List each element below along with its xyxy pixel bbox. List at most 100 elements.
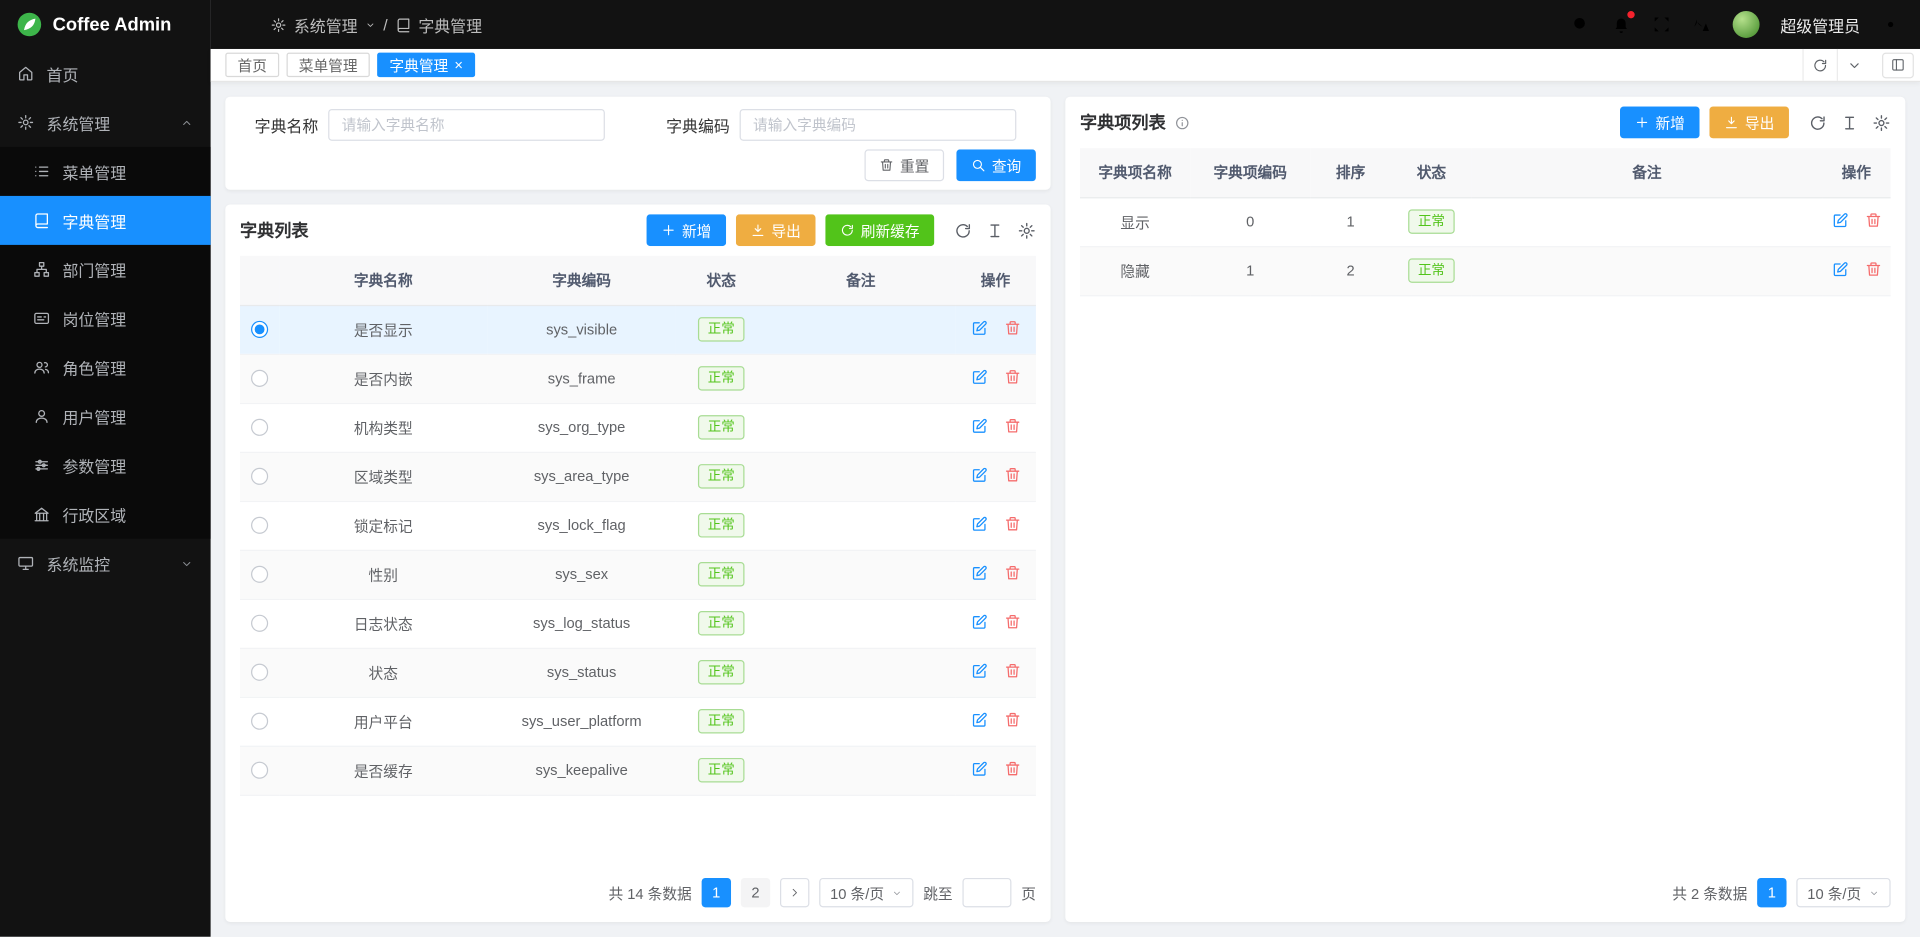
delete-icon[interactable] xyxy=(1003,760,1020,777)
delete-icon[interactable] xyxy=(1864,211,1881,228)
row-radio[interactable] xyxy=(251,419,268,436)
dict-table-row[interactable]: 区域类型 sys_area_type 正常 xyxy=(240,452,1036,501)
tab-menu-management[interactable]: 菜单管理 xyxy=(287,53,370,77)
delete-icon[interactable] xyxy=(1003,368,1020,385)
dict-table-row[interactable]: 是否显示 sys_visible 正常 xyxy=(240,305,1036,354)
page-2-button[interactable]: 2 xyxy=(741,878,770,907)
delete-icon[interactable] xyxy=(1003,466,1020,483)
avatar[interactable] xyxy=(1733,11,1760,38)
sidebar-item-system-monitor[interactable]: 系统监控 xyxy=(0,539,211,588)
edit-icon[interactable] xyxy=(1831,260,1848,277)
edit-icon[interactable] xyxy=(970,711,987,728)
delete-icon[interactable] xyxy=(1003,515,1020,532)
row-radio[interactable] xyxy=(251,713,268,730)
notifications-button[interactable] xyxy=(1611,15,1631,35)
edit-icon[interactable] xyxy=(1831,211,1848,228)
refresh-table-icon[interactable] xyxy=(954,221,972,239)
page-size-select[interactable]: 10 条/页 xyxy=(1796,878,1890,907)
row-radio[interactable] xyxy=(251,664,268,681)
sidebar-item-user-management[interactable]: 用户管理 xyxy=(0,392,211,441)
sidebar-item-role-management[interactable]: 角色管理 xyxy=(0,343,211,392)
edit-icon[interactable] xyxy=(970,564,987,581)
delete-icon[interactable] xyxy=(1003,564,1020,581)
column-density-icon[interactable] xyxy=(1840,113,1858,131)
dict-code-input[interactable] xyxy=(740,109,1017,141)
delete-icon[interactable] xyxy=(1003,613,1020,630)
reset-button[interactable]: 重置 xyxy=(864,149,944,181)
query-button[interactable]: 查询 xyxy=(956,149,1036,181)
export-dict-item-button[interactable]: 导出 xyxy=(1709,107,1789,139)
sidebar-item-system-management[interactable]: 系统管理 xyxy=(0,98,211,147)
sidebar-item-home[interactable]: 首页 xyxy=(0,49,211,98)
row-radio[interactable] xyxy=(251,566,268,583)
table-settings-gear-icon[interactable] xyxy=(1018,221,1036,239)
add-dict-item-button[interactable]: 新增 xyxy=(1620,107,1700,139)
page-1-button[interactable]: 1 xyxy=(1757,878,1786,907)
next-page-button[interactable] xyxy=(780,878,809,907)
dict-code-cell: sys_visible xyxy=(487,305,676,354)
dict-table-row[interactable]: 性别 sys_sex 正常 xyxy=(240,550,1036,599)
row-radio[interactable] xyxy=(251,517,268,534)
delete-icon[interactable] xyxy=(1003,417,1020,434)
export-dict-button[interactable]: 导出 xyxy=(736,214,816,246)
edit-icon[interactable] xyxy=(970,515,987,532)
delete-icon[interactable] xyxy=(1003,711,1020,728)
dict-table-row[interactable]: 锁定标记 sys_lock_flag 正常 xyxy=(240,501,1036,550)
refresh-tab-icon[interactable] xyxy=(1802,49,1836,81)
tab-options-chevron-icon[interactable] xyxy=(1837,49,1871,81)
dict-table-row[interactable]: 是否缓存 sys_keepalive 正常 xyxy=(240,746,1036,795)
sidebar-item-menu-management[interactable]: 菜单管理 xyxy=(0,147,211,196)
username[interactable]: 超级管理员 xyxy=(1780,13,1860,36)
layout-setting-icon[interactable] xyxy=(1882,52,1914,78)
dict-table-row[interactable]: 日志状态 sys_log_status 正常 xyxy=(240,599,1036,648)
column-header: 排序 xyxy=(1310,148,1391,197)
edit-icon[interactable] xyxy=(970,466,987,483)
dict-name-cell: 机构类型 xyxy=(279,403,487,452)
settings-gear-icon[interactable] xyxy=(1881,15,1901,35)
dict-table-row[interactable]: 机构类型 sys_org_type 正常 xyxy=(240,403,1036,452)
main-area: 系统管理 / 字典管理 超级管理员 首页 xyxy=(211,0,1920,937)
page-1-button[interactable]: 1 xyxy=(702,878,731,907)
table-settings-gear-icon[interactable] xyxy=(1872,113,1890,131)
tab-dict-management[interactable]: 字典管理 × xyxy=(377,53,475,77)
tab-home[interactable]: 首页 xyxy=(225,53,279,77)
sidebar-item-param-management[interactable]: 参数管理 xyxy=(0,441,211,490)
translate-icon[interactable] xyxy=(1692,15,1712,35)
edit-icon[interactable] xyxy=(970,319,987,336)
fullscreen-icon[interactable] xyxy=(1652,15,1672,35)
edit-icon[interactable] xyxy=(970,368,987,385)
edit-icon[interactable] xyxy=(970,417,987,434)
row-radio[interactable] xyxy=(251,762,268,779)
dict-table-row[interactable]: 状态 sys_status 正常 xyxy=(240,648,1036,697)
sidebar-item-post-management[interactable]: 岗位管理 xyxy=(0,294,211,343)
sidebar-item-dict-management[interactable]: 字典管理 xyxy=(0,196,211,245)
breadcrumb-parent[interactable]: 系统管理 xyxy=(294,13,358,36)
edit-icon[interactable] xyxy=(970,613,987,630)
add-dict-button[interactable]: 新增 xyxy=(646,214,726,246)
column-density-icon[interactable] xyxy=(986,221,1004,239)
sidebar-item-dept-management[interactable]: 部门管理 xyxy=(0,245,211,294)
row-radio[interactable] xyxy=(251,615,268,632)
row-radio[interactable] xyxy=(251,370,268,387)
row-radio[interactable] xyxy=(251,468,268,485)
delete-icon[interactable] xyxy=(1864,260,1881,277)
refresh-table-icon[interactable] xyxy=(1809,113,1827,131)
delete-icon[interactable] xyxy=(1003,319,1020,336)
page-size-select[interactable]: 10 条/页 xyxy=(819,878,913,907)
dict-item-row[interactable]: 隐藏 1 2 正常 xyxy=(1080,246,1891,295)
collapse-sidebar-icon[interactable] xyxy=(230,14,251,35)
jump-page-input[interactable] xyxy=(962,878,1011,907)
refresh-cache-button[interactable]: 刷新缓存 xyxy=(825,214,934,246)
edit-icon[interactable] xyxy=(970,760,987,777)
dict-table-row[interactable]: 用户平台 sys_user_platform 正常 xyxy=(240,697,1036,746)
dict-item-row[interactable]: 显示 0 1 正常 xyxy=(1080,197,1891,246)
dict-items-column: 字典项列表 新增 导出 xyxy=(1065,97,1905,922)
dict-name-input[interactable] xyxy=(328,109,605,141)
row-radio[interactable] xyxy=(251,321,268,338)
search-icon[interactable] xyxy=(1571,15,1591,35)
sidebar-item-admin-region[interactable]: 行政区域 xyxy=(0,490,211,539)
dict-table-row[interactable]: 是否内嵌 sys_frame 正常 xyxy=(240,354,1036,403)
close-tab-icon[interactable]: × xyxy=(454,58,463,73)
delete-icon[interactable] xyxy=(1003,662,1020,679)
edit-icon[interactable] xyxy=(970,662,987,679)
